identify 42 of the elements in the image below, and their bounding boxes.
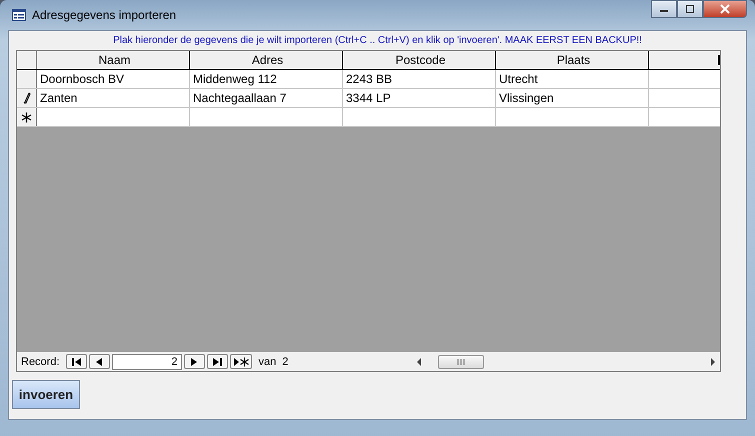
previous-record-button[interactable]	[88, 354, 110, 369]
last-record-icon	[212, 356, 223, 366]
close-icon	[719, 4, 731, 14]
last-record-button[interactable]	[206, 354, 228, 369]
first-record-icon	[70, 356, 82, 366]
instruction-text: Plak hieronder de gegevens die je wilt importeren (Ctrl+C .. Ctrl+V) en klik op 'invoeren'. MAAK EERST EEN BACKUP!!	[112, 34, 643, 48]
new-record-button[interactable]	[230, 354, 252, 369]
next-record-button[interactable]	[184, 354, 205, 369]
minimize-button[interactable]	[651, 0, 677, 18]
next-record-icon	[190, 356, 198, 366]
invoeren-button[interactable]: invoeren	[12, 380, 80, 409]
first-record-button[interactable]	[66, 354, 87, 369]
table-cell: Nachtegaallaan 7	[190, 89, 343, 107]
column-header[interactable]: Adres	[190, 51, 343, 69]
scroll-left-icon[interactable]	[416, 358, 422, 366]
scroll-right-icon[interactable]	[710, 358, 716, 366]
row-selector[interactable]	[17, 89, 37, 107]
record-of-label: van	[258, 356, 276, 368]
column-header[interactable]: Plaats	[496, 51, 649, 69]
table-cell: Middenweg 112	[190, 70, 343, 88]
form-icon	[12, 9, 26, 21]
grip-icon	[456, 359, 466, 365]
table-cell: Utrecht	[496, 70, 649, 88]
close-button[interactable]	[703, 0, 747, 18]
record-label: Record:	[21, 356, 60, 368]
column-header[interactable]: Naam	[37, 51, 190, 69]
table-cell: 3344 LP	[343, 89, 496, 107]
maximize-button[interactable]	[677, 0, 703, 18]
table-cell: Zanten	[37, 89, 190, 107]
column-header[interactable]: Postcode	[343, 51, 496, 69]
record-number-field[interactable]: 2	[112, 354, 182, 370]
new-record-icon	[21, 112, 32, 122]
record-total: 2	[282, 356, 288, 368]
table-cell: Doornbosch BV	[37, 70, 190, 88]
maximize-icon	[685, 5, 695, 13]
window-title: Adresgegevens importeren	[32, 8, 176, 22]
row-selector[interactable]	[17, 108, 37, 126]
table-cell: Vlissingen	[496, 89, 649, 107]
previous-record-icon	[95, 356, 104, 366]
new-record-icon	[232, 356, 249, 366]
pencil-icon	[22, 92, 30, 104]
table-cell: 2243 BB	[343, 70, 496, 88]
